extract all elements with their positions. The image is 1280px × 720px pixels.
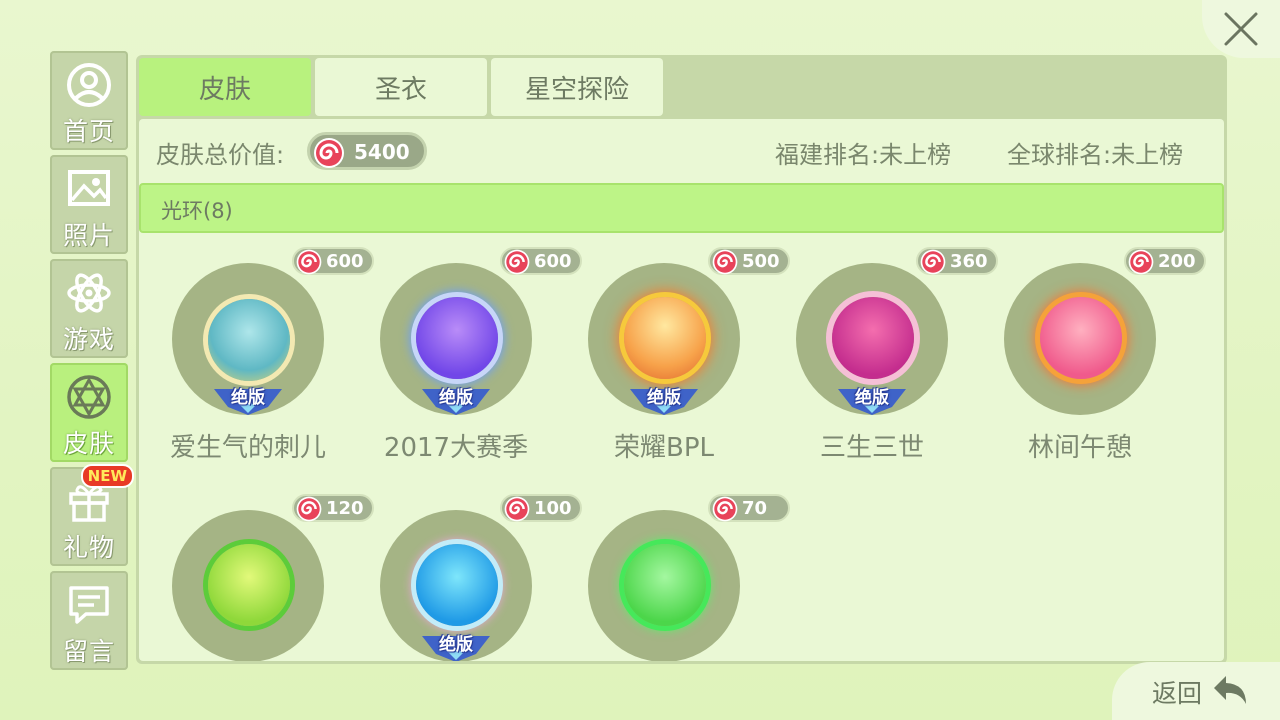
sidebar-item-gifts[interactable]: 礼物 NEW	[50, 464, 134, 566]
price-tag: 600	[500, 247, 582, 275]
price-tag: 120	[292, 494, 374, 522]
candy-coin-icon	[296, 249, 322, 275]
back-label: 返回	[1152, 679, 1203, 708]
candy-coin-icon	[712, 249, 738, 275]
candy-coin-icon	[504, 249, 530, 275]
message-icon	[66, 582, 112, 628]
skin-item[interactable]: 600 绝版 爱生气的刺儿	[158, 247, 374, 477]
price-tag: 500	[708, 247, 790, 275]
sidebar-item-skins[interactable]: 皮肤	[50, 363, 128, 462]
price-tag: 100	[500, 494, 582, 522]
sidebar-item-label: 首页	[62, 117, 115, 146]
limited-badge-text: 绝版	[855, 388, 889, 408]
skins-content: 皮肤总价值: 5400 福建排名:未上榜 全球排名:未上榜 光环(8) 600 …	[139, 119, 1224, 661]
user-icon	[66, 62, 112, 108]
halo-preview	[208, 299, 290, 381]
limited-badge: 绝版	[416, 383, 496, 417]
sidebar-item-label: 留言	[62, 637, 115, 666]
sidebar-item-photos[interactable]: 照片	[50, 155, 128, 254]
halo-preview	[1040, 297, 1122, 379]
photo-icon	[66, 166, 112, 212]
sidebar-item-home[interactable]: 首页	[50, 51, 128, 150]
limited-badge: 绝版	[208, 383, 288, 417]
price-value: 120	[326, 498, 364, 519]
price-value: 500	[742, 251, 780, 272]
limited-badge-text: 绝版	[231, 388, 265, 408]
skin-item[interactable]: 100 绝版	[366, 494, 582, 661]
price-value: 360	[950, 251, 988, 272]
limited-badge-text: 绝版	[647, 388, 681, 408]
skin-item[interactable]: 500 绝版 荣耀BPL	[574, 247, 790, 477]
skin-name: 爱生气的刺儿	[169, 433, 326, 463]
sidebar-item-label: 照片	[62, 221, 115, 250]
halo-preview	[208, 544, 290, 626]
tab-star-adventure[interactable]: 星空探险	[491, 58, 663, 116]
price-value: 600	[534, 251, 572, 272]
limited-badge: 绝版	[624, 383, 704, 417]
atom-icon	[66, 270, 112, 316]
back-arrow-icon	[1214, 676, 1246, 704]
sidebar-item-label: 皮肤	[62, 429, 115, 458]
skin-grid: 600 绝版 爱生气的刺儿 600 绝版 2017大赛季 500 绝版 荣耀BP…	[139, 119, 1224, 661]
candy-coin-icon	[504, 496, 530, 522]
limited-badge-text: 绝版	[439, 388, 473, 408]
close-icon	[1224, 12, 1258, 46]
skin-name: 三生三世	[819, 433, 924, 463]
price-tag: 360	[916, 247, 998, 275]
tab-holy-cloth[interactable]: 圣衣	[315, 58, 487, 116]
tab-skins[interactable]: 皮肤	[139, 58, 311, 116]
limited-badge: 绝版	[832, 383, 912, 417]
price-tag: 600	[292, 247, 374, 275]
halo-preview	[832, 297, 914, 379]
price-value: 70	[742, 498, 768, 519]
skin-name: 荣耀BPL	[613, 433, 714, 463]
candy-coin-icon	[1128, 249, 1154, 275]
skin-item[interactable]: 200 林间午憩	[990, 247, 1206, 477]
price-tag: 70	[708, 494, 790, 522]
limited-badge-text: 绝版	[439, 635, 473, 655]
sidebar-item-games[interactable]: 游戏	[50, 259, 128, 358]
sidebar-item-label: 游戏	[62, 325, 115, 354]
halo-preview	[416, 297, 498, 379]
candy-coin-icon	[296, 496, 322, 522]
main-panel: 皮肤 圣衣 星空探险 皮肤总价值: 5400 福建排名:未上榜 全球排名:未上榜…	[136, 55, 1227, 664]
skin-item[interactable]: 360 绝版 三生三世	[782, 247, 998, 477]
halo-preview	[416, 544, 498, 626]
candy-coin-icon	[920, 249, 946, 275]
skin-name: 2017大赛季	[383, 433, 529, 463]
sidebar-item-label: 礼物	[62, 533, 115, 562]
skin-item[interactable]: 70	[574, 494, 790, 661]
skin-item[interactable]: 120	[158, 494, 374, 661]
price-tag: 200	[1124, 247, 1206, 275]
skin-item[interactable]: 600 绝版 2017大赛季	[366, 247, 582, 477]
new-badge: NEW	[80, 464, 134, 488]
skin-icon	[66, 374, 112, 420]
price-value: 100	[534, 498, 572, 519]
skin-name: 林间午憩	[1027, 433, 1132, 463]
price-value: 600	[326, 251, 364, 272]
sidebar-item-messages[interactable]: 留言	[50, 571, 128, 670]
halo-preview	[624, 297, 706, 379]
limited-badge: 绝版	[416, 630, 496, 661]
price-value: 200	[1158, 251, 1196, 272]
halo-preview	[624, 544, 706, 626]
candy-coin-icon	[712, 496, 738, 522]
back-button[interactable]: 返回	[1112, 662, 1280, 720]
